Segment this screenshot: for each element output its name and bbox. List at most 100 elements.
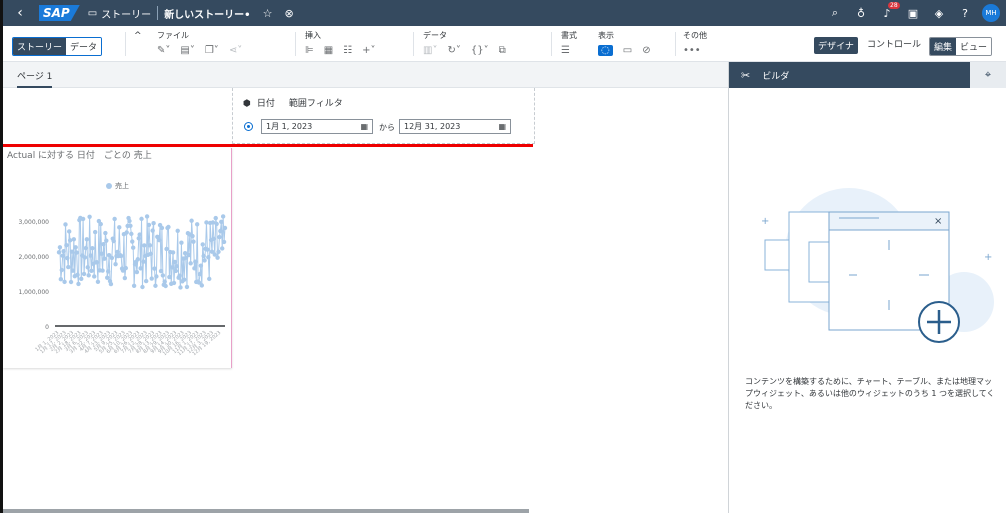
data-point[interactable]: [152, 266, 157, 271]
data-point[interactable]: [162, 279, 167, 284]
more-icon[interactable]: •••: [683, 45, 701, 56]
data-point[interactable]: [204, 220, 209, 225]
story-canvas[interactable]: ⬢ 日付 範囲フィルタ 1月 1, 2023 ▦ から 12月 31, 2023 ▦ A…: [3, 88, 728, 508]
data-point[interactable]: [216, 249, 221, 254]
data-point[interactable]: [60, 253, 65, 258]
chart-widget[interactable]: Actual に対する 日付 ごとの 売上 売上 3,000,000 2,000,…: [3, 148, 232, 368]
data-point[interactable]: [101, 242, 106, 247]
data-point[interactable]: [131, 283, 137, 288]
data-point[interactable]: [200, 242, 205, 247]
data-point[interactable]: [129, 231, 134, 237]
refresh-icon[interactable]: ↻˅: [447, 45, 460, 56]
control-button[interactable]: コントロール: [867, 37, 921, 50]
data-point[interactable]: [127, 218, 132, 224]
chart-icon[interactable]: ⊫: [305, 45, 314, 56]
data-point[interactable]: [156, 237, 162, 243]
data-point[interactable]: [92, 274, 97, 279]
data-point[interactable]: [58, 277, 64, 282]
data-point[interactable]: [153, 283, 158, 288]
data-point[interactable]: [63, 222, 68, 227]
dataset-icon[interactable]: ▥˅: [423, 45, 437, 56]
data-point[interactable]: [221, 239, 227, 245]
back-icon[interactable]: ‹: [9, 5, 31, 21]
data-point[interactable]: [76, 281, 81, 287]
compass-icon[interactable]: ⊘: [642, 45, 650, 56]
data-point[interactable]: [206, 255, 211, 260]
data-point[interactable]: [100, 268, 105, 273]
favorite-icon[interactable]: ☆: [263, 7, 273, 20]
data-point[interactable]: [138, 266, 143, 271]
data-point[interactable]: [102, 256, 107, 261]
data-point[interactable]: [118, 253, 124, 259]
data-point[interactable]: [68, 279, 74, 285]
data-point[interactable]: [164, 246, 169, 252]
data-point[interactable]: [103, 230, 108, 236]
data-point[interactable]: [158, 268, 164, 274]
data-point[interactable]: [99, 251, 104, 256]
data-point[interactable]: [80, 216, 86, 222]
data-point[interactable]: [167, 274, 172, 280]
feedback-icon[interactable]: ◈: [926, 7, 952, 20]
tab-data[interactable]: データ: [66, 38, 102, 55]
data-point[interactable]: [71, 237, 77, 242]
calendar-icon[interactable]: ▦: [498, 122, 506, 131]
data-point[interactable]: [59, 267, 64, 273]
help-icon[interactable]: ?: [952, 7, 978, 20]
data-point[interactable]: [173, 268, 179, 274]
data-point[interactable]: [109, 255, 115, 261]
data-point[interactable]: [81, 271, 87, 277]
copy-icon[interactable]: ❐˅: [205, 45, 219, 56]
data-point[interactable]: [117, 225, 122, 230]
data-point[interactable]: [141, 259, 146, 264]
data-point[interactable]: [220, 246, 225, 251]
data-point[interactable]: [159, 225, 165, 231]
story-label[interactable]: ストーリー: [101, 6, 151, 21]
data-point[interactable]: [135, 257, 141, 262]
data-point[interactable]: [94, 260, 100, 265]
data-point[interactable]: [111, 238, 116, 244]
data-point[interactable]: [207, 276, 212, 282]
tab-story[interactable]: ストーリー: [13, 38, 67, 55]
share-icon[interactable]: ⋖˅: [229, 45, 242, 56]
designer-button[interactable]: デザイナ: [814, 37, 858, 54]
data-point[interactable]: [190, 233, 195, 239]
data-point[interactable]: [198, 263, 204, 268]
data-point[interactable]: [172, 259, 178, 265]
data-point[interactable]: [112, 216, 117, 222]
data-point[interactable]: [193, 259, 198, 264]
data-point[interactable]: [70, 268, 76, 273]
data-point[interactable]: [219, 219, 224, 225]
data-point[interactable]: [178, 285, 183, 290]
data-point[interactable]: [192, 266, 197, 271]
data-point[interactable]: [220, 214, 226, 219]
data-point[interactable]: [163, 283, 168, 289]
data-point[interactable]: [184, 284, 190, 290]
data-point[interactable]: [202, 258, 207, 263]
data-point[interactable]: [74, 250, 79, 255]
format-icon[interactable]: ☰: [561, 45, 570, 56]
data-point[interactable]: [82, 255, 88, 260]
data-point[interactable]: [149, 276, 154, 281]
data-point[interactable]: [123, 265, 128, 271]
data-point[interactable]: [84, 237, 90, 242]
data-point[interactable]: [98, 221, 103, 227]
save-icon[interactable]: ▤˅: [180, 45, 194, 56]
data-point[interactable]: [146, 222, 152, 228]
data-point[interactable]: [134, 269, 140, 275]
edit-button[interactable]: 編集: [930, 38, 957, 55]
search-icon[interactable]: ⌕: [822, 6, 848, 20]
data-point[interactable]: [113, 261, 118, 267]
data-point[interactable]: [189, 218, 194, 223]
data-point[interactable]: [217, 234, 222, 240]
data-point[interactable]: [191, 239, 196, 244]
data-point[interactable]: [130, 239, 135, 244]
data-point[interactable]: [122, 275, 128, 281]
data-point[interactable]: [139, 216, 144, 222]
comment-icon[interactable]: ◌: [598, 45, 613, 56]
data-point[interactable]: [142, 243, 147, 248]
data-point[interactable]: [171, 280, 177, 286]
data-point[interactable]: [61, 248, 66, 254]
data-point[interactable]: [214, 221, 219, 227]
data-point[interactable]: [108, 281, 114, 287]
data-point[interactable]: [144, 214, 150, 219]
